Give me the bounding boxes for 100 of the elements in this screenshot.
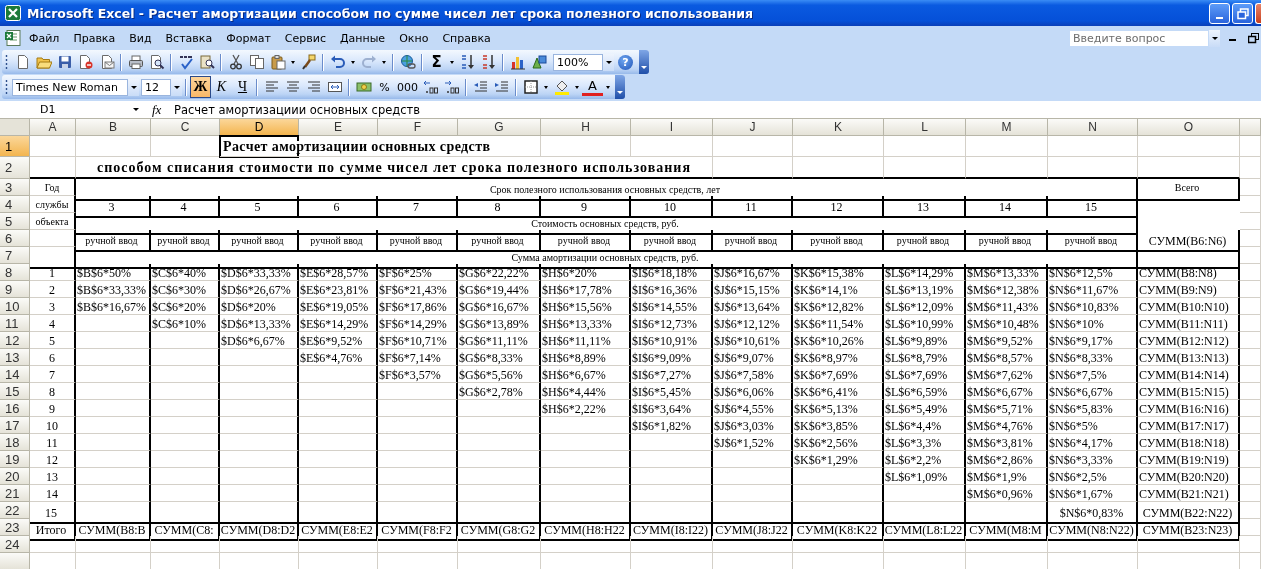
toolbar-options-icon[interactable] bbox=[639, 50, 649, 74]
globe-link-icon[interactable] bbox=[399, 54, 416, 70]
undo-icon[interactable] bbox=[329, 54, 346, 70]
row-header[interactable]: 22 bbox=[0, 502, 30, 519]
bold-button[interactable]: Ж bbox=[190, 76, 211, 98]
column-header[interactable]: H bbox=[541, 119, 631, 136]
menu-item[interactable]: Окно bbox=[392, 31, 436, 45]
help-search-field[interactable]: Введите вопрос bbox=[1069, 29, 1209, 47]
row-header[interactable]: 7 bbox=[0, 247, 30, 264]
row-header[interactable]: 9 bbox=[0, 281, 30, 298]
bar-chart-icon[interactable] bbox=[509, 54, 526, 70]
column-header[interactable]: A bbox=[30, 119, 76, 136]
sort-ascending-icon[interactable] bbox=[459, 54, 476, 70]
research-icon[interactable] bbox=[198, 54, 215, 70]
column-header[interactable]: J bbox=[713, 119, 793, 136]
row-header[interactable]: 12 bbox=[0, 332, 30, 349]
decrease-decimal-icon[interactable] bbox=[443, 79, 460, 95]
menu-item[interactable]: Формат bbox=[219, 31, 278, 45]
printer-icon[interactable] bbox=[127, 54, 144, 70]
column-header[interactable]: C bbox=[151, 119, 220, 136]
font-color-button[interactable]: A bbox=[582, 78, 603, 96]
row-header[interactable]: 4 bbox=[0, 196, 30, 213]
italic-button[interactable]: К bbox=[211, 76, 232, 98]
folder-icon[interactable] bbox=[35, 54, 52, 70]
row-header[interactable]: 14 bbox=[0, 366, 30, 383]
print-preview-icon[interactable] bbox=[148, 54, 165, 70]
autosum-button[interactable]: Σ bbox=[426, 51, 447, 73]
row-header[interactable]: 18 bbox=[0, 434, 30, 451]
clipboard-icon[interactable] bbox=[269, 54, 286, 70]
row-header[interactable]: 11 bbox=[0, 315, 30, 332]
increase-decimal-icon[interactable] bbox=[422, 79, 439, 95]
toolbar-options-icon[interactable] bbox=[615, 75, 625, 99]
column-header[interactable]: O bbox=[1138, 119, 1240, 136]
align-left-icon[interactable] bbox=[263, 79, 280, 95]
row-header[interactable]: 19 bbox=[0, 451, 30, 468]
zoom-field[interactable]: 100% bbox=[553, 53, 603, 71]
increase-indent-icon[interactable] bbox=[493, 79, 510, 95]
row-header[interactable]: 6 bbox=[0, 230, 30, 247]
row-header[interactable]: 2 bbox=[0, 157, 30, 179]
restricted-document-icon[interactable] bbox=[77, 54, 94, 70]
name-box[interactable]: D1 bbox=[0, 101, 128, 118]
column-header[interactable]: L bbox=[884, 119, 966, 136]
menu-item[interactable]: Вставка bbox=[158, 31, 220, 45]
font-name-field[interactable]: Times New Roman bbox=[12, 78, 128, 96]
percent-style-button[interactable]: % bbox=[374, 76, 395, 98]
column-header[interactable]: M bbox=[966, 119, 1048, 136]
row-header[interactable]: 17 bbox=[0, 417, 30, 434]
menu-item[interactable]: Справка bbox=[435, 31, 498, 45]
menu-item[interactable]: Правка bbox=[66, 31, 123, 45]
align-right-icon[interactable] bbox=[305, 79, 322, 95]
minimize-button[interactable] bbox=[1209, 3, 1230, 24]
copy-icon[interactable] bbox=[248, 54, 265, 70]
merge-center-icon[interactable] bbox=[326, 79, 343, 95]
row-header[interactable]: 8 bbox=[0, 264, 30, 281]
underline-button[interactable]: Ч bbox=[232, 76, 253, 98]
row-header[interactable]: 1 bbox=[0, 136, 30, 157]
column-header[interactable]: I bbox=[631, 119, 713, 136]
restore-icon[interactable] bbox=[1248, 32, 1259, 44]
menu-item[interactable]: Файл bbox=[22, 31, 67, 45]
toolbar-handle[interactable] bbox=[5, 53, 8, 71]
formula-field[interactable]: Расчет амортизациии основных средств bbox=[172, 102, 421, 117]
drawing-icon[interactable] bbox=[530, 54, 547, 70]
row-header[interactable]: 3 bbox=[0, 179, 30, 196]
borders-icon[interactable] bbox=[522, 79, 539, 95]
table-cell: $N$6*11,67% bbox=[1048, 281, 1138, 298]
row-header[interactable]: 23 bbox=[0, 519, 30, 536]
table-cell: СУММ(B8:N8) bbox=[1138, 264, 1240, 281]
menu-item[interactable]: Сервис bbox=[277, 31, 333, 45]
menu-item[interactable]: Вид bbox=[122, 31, 159, 45]
menu-item[interactable]: Данные bbox=[332, 31, 393, 45]
workbook-icon[interactable] bbox=[4, 29, 22, 47]
decrease-indent-icon[interactable] bbox=[472, 79, 489, 95]
row-header[interactable]: 13 bbox=[0, 349, 30, 366]
scissors-icon[interactable] bbox=[227, 54, 244, 70]
column-header[interactable]: K bbox=[793, 119, 884, 136]
insert-function-button[interactable]: fx bbox=[152, 101, 172, 118]
column-header[interactable]: E bbox=[299, 119, 378, 136]
fill-color-icon[interactable] bbox=[553, 79, 570, 95]
toolbar-handle[interactable] bbox=[5, 78, 8, 96]
row-header[interactable]: 10 bbox=[0, 298, 30, 315]
row-header[interactable]: 21 bbox=[0, 485, 30, 502]
column-header[interactable]: F bbox=[378, 119, 458, 136]
column-header[interactable]: B bbox=[76, 119, 151, 136]
comma-style-button[interactable]: 000 bbox=[395, 76, 420, 98]
column-header[interactable]: N bbox=[1048, 119, 1138, 136]
font-size-field[interactable]: 12 bbox=[141, 78, 171, 96]
currency-icon[interactable] bbox=[355, 79, 372, 95]
align-center-icon[interactable] bbox=[284, 79, 301, 95]
column-header[interactable]: G bbox=[458, 119, 541, 136]
row-header[interactable]: 15 bbox=[0, 383, 30, 400]
close-button[interactable] bbox=[1255, 3, 1261, 24]
row-header[interactable]: 5 bbox=[0, 213, 30, 230]
empty-cell bbox=[1240, 417, 1261, 434]
row-header[interactable]: 24 bbox=[0, 536, 30, 553]
row-header[interactable]: 20 bbox=[0, 468, 30, 485]
restore-button[interactable] bbox=[1232, 3, 1253, 24]
sort-descending-icon[interactable] bbox=[480, 54, 497, 70]
row-header[interactable]: 16 bbox=[0, 400, 30, 417]
spelling-check-icon[interactable] bbox=[177, 54, 194, 70]
brush-icon[interactable] bbox=[300, 54, 317, 70]
